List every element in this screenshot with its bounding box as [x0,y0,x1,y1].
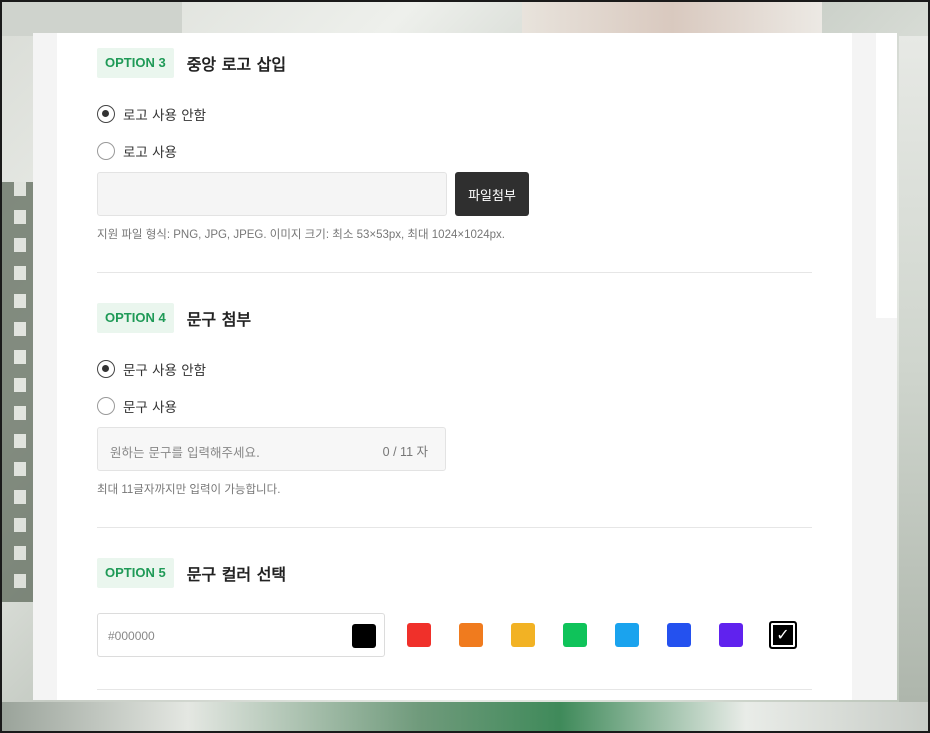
text-help-text: 최대 11글자까지만 입력이 가능합니다. [97,484,281,496]
text-input-placeholder: 원하는 문구를 입력해주세요. [110,445,260,460]
radio-button-checked[interactable] [97,105,115,123]
file-help-text: 지원 파일 형식: PNG, JPG, JPEG. 이미지 크기: 최소 53×… [97,229,506,241]
swatch-sky-blue[interactable] [615,623,639,647]
hex-color-input[interactable]: #000000 [97,613,385,657]
divider [97,272,812,273]
option-badge: OPTION 3 [97,48,174,78]
scrollbar-track[interactable] [852,33,897,700]
radio-text-none[interactable]: 문구 사용 안함 [97,359,206,379]
file-attach-button[interactable]: 파일첨부 [455,172,529,216]
option-header: OPTION 5 문구 컬러 선택 [97,558,812,588]
option-header: OPTION 4 문구 첨부 [97,303,812,333]
option-header: OPTION 3 중앙 로고 삽입 [97,48,812,78]
swatch-green[interactable] [563,623,587,647]
hex-value: #000000 [108,629,155,643]
radio-button-checked[interactable] [97,360,115,378]
radio-logo-use[interactable]: 로고 사용 [97,141,177,161]
option-4-section: OPTION 4 문구 첨부 문구 사용 안함 문구 사용 원하는 문구를 입력… [97,303,812,528]
swatch-black[interactable]: ✓ [769,621,797,649]
option-5-section: OPTION 5 문구 컬러 선택 #000000 ✓ [97,558,812,690]
swatch-blue[interactable] [667,623,691,647]
check-icon: ✓ [776,625,790,644]
divider [97,527,812,528]
panel-gutter [33,33,57,700]
swatch-orange[interactable] [459,623,483,647]
radio-logo-none[interactable]: 로고 사용 안함 [97,104,206,124]
radio-label: 로고 사용 [123,145,177,161]
option-title: 중앙 로고 삽입 [186,55,287,74]
radio-button[interactable] [97,142,115,160]
option-3-section: OPTION 3 중앙 로고 삽입 로고 사용 안함 로고 사용 파일첨부 지원… [97,48,812,273]
radio-label: 로고 사용 안함 [123,108,207,124]
background-decor [2,2,182,36]
character-counter: 0 / 11 자 [382,445,428,459]
option-badge: OPTION 5 [97,558,174,588]
swatch-purple[interactable] [719,623,743,647]
file-name-field[interactable] [97,172,447,216]
background-decor [522,2,822,36]
background-decor [899,36,928,702]
swatch-yellow[interactable] [511,623,535,647]
radio-label: 문구 사용 [123,400,177,416]
swatch-red[interactable] [407,623,431,647]
divider [97,689,812,690]
text-input[interactable]: 원하는 문구를 입력해주세요. 0 / 11 자 [97,427,446,471]
radio-text-use[interactable]: 문구 사용 [97,396,177,416]
radio-button[interactable] [97,397,115,415]
option-title: 문구 컬러 선택 [186,565,287,584]
option-title: 문구 첨부 [186,310,252,329]
radio-label: 문구 사용 안함 [123,363,207,379]
option-badge: OPTION 4 [97,303,174,333]
scrollbar-thumb[interactable] [876,33,897,318]
color-preview [352,624,376,648]
background-decor [2,702,928,731]
